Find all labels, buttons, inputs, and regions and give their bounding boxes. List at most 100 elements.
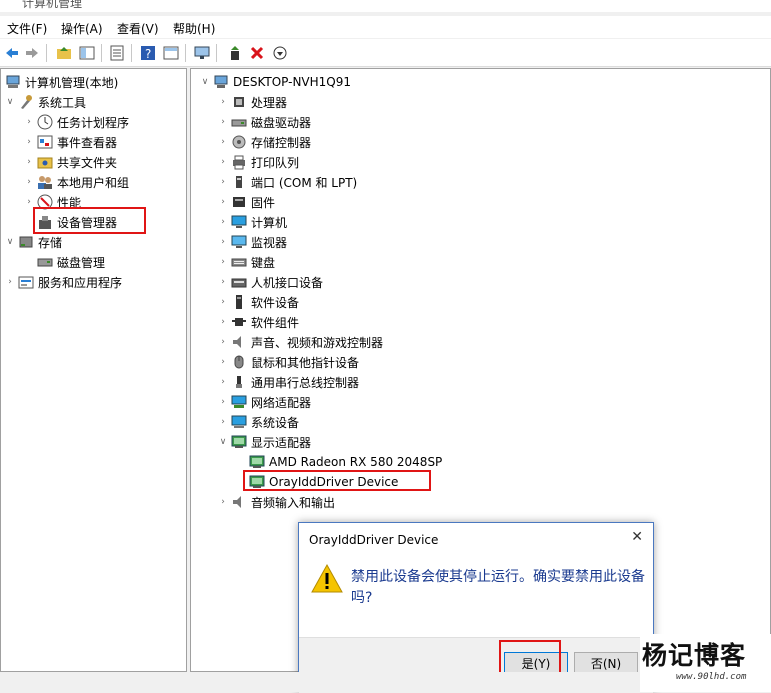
disable-device-icon[interactable] bbox=[271, 44, 289, 62]
computer-management-icon bbox=[5, 74, 21, 90]
chevron-right-icon[interactable]: › bbox=[217, 357, 229, 367]
back-icon[interactable] bbox=[3, 44, 21, 62]
chevron-right-icon[interactable]: › bbox=[217, 317, 229, 327]
tree-item-local-users[interactable]: › 本地用户和组 bbox=[23, 172, 129, 192]
update-driver-icon[interactable] bbox=[226, 44, 244, 62]
printer-icon bbox=[231, 154, 247, 170]
chevron-right-icon[interactable]: › bbox=[217, 417, 229, 427]
chevron-right-icon[interactable]: › bbox=[217, 97, 229, 107]
menu-view[interactable]: 查看(V) bbox=[117, 20, 159, 37]
device-category[interactable]: ∨ 显示适配器 bbox=[217, 432, 311, 452]
system-tools-icon bbox=[18, 94, 34, 110]
menu-help[interactable]: 帮助(H) bbox=[173, 20, 215, 37]
device-item[interactable]: AMD Radeon RX 580 2048SP bbox=[247, 452, 442, 472]
chevron-right-icon[interactable]: › bbox=[217, 177, 229, 187]
up-folder-icon[interactable] bbox=[55, 44, 73, 62]
chevron-right-icon[interactable]: › bbox=[217, 377, 229, 387]
chevron-down-icon[interactable]: ∨ bbox=[199, 77, 211, 87]
toolbar: ? bbox=[0, 39, 771, 67]
monitor-scan-icon[interactable] bbox=[193, 44, 211, 62]
menu-file[interactable]: 文件(F) bbox=[7, 20, 47, 37]
device-category[interactable]: › 计算机 bbox=[217, 212, 287, 232]
no-button[interactable]: 否(N) bbox=[574, 652, 638, 674]
chevron-right-icon[interactable]: › bbox=[217, 137, 229, 147]
chevron-right-icon[interactable]: › bbox=[217, 257, 229, 267]
device-category[interactable]: › 固件 bbox=[217, 192, 275, 212]
chevron-right-icon[interactable]: › bbox=[23, 157, 35, 167]
chevron-down-icon[interactable]: ∨ bbox=[217, 437, 229, 447]
device-label: 固件 bbox=[251, 195, 276, 210]
help-icon[interactable]: ? bbox=[139, 44, 157, 62]
device-category[interactable]: › 键盘 bbox=[217, 252, 275, 272]
device-label: 通用串行总线控制器 bbox=[251, 375, 360, 390]
view-icon[interactable] bbox=[162, 44, 180, 62]
chevron-down-icon[interactable]: ∨ bbox=[4, 97, 16, 107]
chevron-right-icon[interactable]: › bbox=[217, 197, 229, 207]
chevron-right-icon[interactable]: › bbox=[217, 297, 229, 307]
device-category[interactable]: › 音频输入和输出 bbox=[217, 492, 335, 512]
dialog-message: 禁用此设备会使其停止运行。确实要禁用此设备吗? bbox=[351, 569, 645, 606]
menu-action[interactable]: 操作(A) bbox=[61, 20, 103, 37]
title-bar: 计算机管理 bbox=[0, 0, 771, 12]
chevron-right-icon[interactable]: › bbox=[217, 397, 229, 407]
device-category[interactable]: › 声音、视频和游戏控制器 bbox=[217, 332, 383, 352]
storage-icon bbox=[18, 234, 34, 250]
chevron-down-icon[interactable]: ∨ bbox=[4, 237, 16, 247]
chevron-right-icon[interactable]: › bbox=[23, 137, 35, 147]
network-icon bbox=[231, 394, 247, 410]
device-label: 处理器 bbox=[251, 95, 288, 110]
device-tree-root[interactable]: ∨ DESKTOP-NVH1Q91 bbox=[199, 72, 351, 92]
device-category[interactable]: › 人机接口设备 bbox=[217, 272, 323, 292]
device-category[interactable]: › 软件设备 bbox=[217, 292, 299, 312]
device-category[interactable]: › 磁盘驱动器 bbox=[217, 112, 311, 132]
tree-item-task-scheduler[interactable]: › 任务计划程序 bbox=[23, 112, 129, 132]
mouse-icon bbox=[231, 354, 247, 370]
tree-item-system-tools[interactable]: ∨ 系统工具 bbox=[4, 92, 86, 112]
chevron-right-icon[interactable]: › bbox=[217, 217, 229, 227]
forward-icon[interactable] bbox=[23, 44, 41, 62]
device-label: 端口 (COM 和 LPT) bbox=[251, 175, 358, 190]
device-category[interactable]: › 软件组件 bbox=[217, 312, 299, 332]
device-category[interactable]: › 端口 (COM 和 LPT) bbox=[217, 172, 357, 192]
tree-item-disk-management[interactable]: 磁盘管理 bbox=[35, 252, 105, 272]
chevron-right-icon[interactable]: › bbox=[23, 177, 35, 187]
show-hide-tree-icon[interactable] bbox=[78, 44, 96, 62]
disk-icon bbox=[37, 254, 53, 270]
tree-item-event-viewer[interactable]: › 事件查看器 bbox=[23, 132, 117, 152]
chevron-right-icon[interactable]: › bbox=[217, 277, 229, 287]
device-category[interactable]: › 存储控制器 bbox=[217, 132, 311, 152]
chevron-right-icon[interactable]: › bbox=[217, 157, 229, 167]
device-category[interactable]: › 打印队列 bbox=[217, 152, 299, 172]
tree-item-services-apps[interactable]: › 服务和应用程序 bbox=[4, 272, 122, 292]
device-category[interactable]: › 鼠标和其他指针设备 bbox=[217, 352, 359, 372]
tree-item-storage[interactable]: ∨ 存储 bbox=[4, 232, 62, 252]
chevron-right-icon[interactable]: › bbox=[4, 277, 16, 287]
chevron-right-icon[interactable]: › bbox=[23, 197, 35, 207]
svg-text:?: ? bbox=[145, 47, 151, 61]
properties-icon[interactable] bbox=[108, 44, 126, 62]
tree-item-computer-management[interactable]: 计算机管理(本地) bbox=[3, 72, 118, 92]
device-label: 显示适配器 bbox=[251, 435, 312, 450]
close-icon[interactable]: ✕ bbox=[631, 529, 643, 545]
device-label: 监视器 bbox=[251, 235, 288, 250]
device-category[interactable]: › 处理器 bbox=[217, 92, 287, 112]
device-category[interactable]: › 系统设备 bbox=[217, 412, 299, 432]
device-category[interactable]: › 网络适配器 bbox=[217, 392, 311, 412]
device-label: 存储控制器 bbox=[251, 135, 312, 150]
chevron-right-icon[interactable]: › bbox=[23, 117, 35, 127]
monitor-icon bbox=[231, 234, 247, 250]
device-category[interactable]: › 监视器 bbox=[217, 232, 287, 252]
desktop-computer-icon bbox=[213, 74, 229, 90]
chevron-right-icon[interactable]: › bbox=[217, 237, 229, 247]
event-viewer-icon bbox=[37, 134, 53, 150]
uninstall-icon[interactable] bbox=[248, 44, 266, 62]
display-adapter-icon bbox=[249, 454, 265, 470]
chevron-right-icon[interactable]: › bbox=[217, 337, 229, 347]
device-label: AMD Radeon RX 580 2048SP bbox=[269, 455, 443, 469]
highlight-oray-device bbox=[243, 470, 431, 491]
chevron-right-icon[interactable]: › bbox=[217, 497, 229, 507]
device-category[interactable]: › 通用串行总线控制器 bbox=[217, 372, 359, 392]
device-label: 网络适配器 bbox=[251, 395, 312, 410]
chevron-right-icon[interactable]: › bbox=[217, 117, 229, 127]
tree-item-shared-folders[interactable]: › 共享文件夹 bbox=[23, 152, 117, 172]
